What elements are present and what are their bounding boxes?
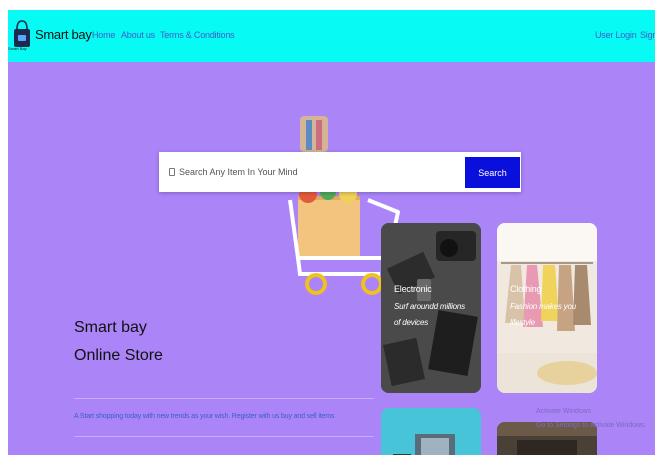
navbar: Smart Bay Smart bay Home About us Terms …: [8, 10, 655, 62]
search-button[interactable]: Search: [465, 157, 520, 188]
page-frame: Smart Bay Smart bay Home About us Terms …: [8, 10, 655, 455]
category-card-clothing[interactable]: Clothing Fashion makes you lifestyle: [497, 223, 597, 393]
nav-link-about[interactable]: About us: [121, 30, 155, 40]
hero-title: Smart bay Online Store: [74, 314, 163, 370]
card-title-electronic: Electronic: [394, 284, 432, 294]
card-title-clothing: Clothing: [510, 284, 542, 294]
activate-windows-watermark: Activate Windows Go to Settings to activ…: [536, 408, 647, 429]
hero-tagline: A Start shopping today with new trends a…: [74, 413, 335, 420]
computer-photo: [381, 408, 481, 455]
category-card-partial-left[interactable]: [381, 408, 481, 455]
nav-link-terms[interactable]: Terms & Conditions: [160, 30, 235, 40]
shopping-bag-logo-icon[interactable]: [11, 16, 33, 58]
logo-caption: Smart Bay: [8, 46, 27, 51]
hero-divider-top: [74, 398, 374, 399]
search-input[interactable]: [179, 162, 459, 182]
card-subtitle-clothing: Fashion makes you lifestyle: [510, 302, 576, 327]
hero-title-line-2: Online Store: [74, 347, 163, 364]
hero-title-line-1: Smart bay: [74, 319, 147, 336]
card-subtitle-electronic: Surf aroundd millions of devices: [394, 302, 465, 327]
brand-name[interactable]: Smart bay: [35, 27, 92, 42]
nav-link-home[interactable]: Home: [92, 30, 115, 40]
search-bar: Search: [159, 152, 521, 192]
hero-divider-bottom: [74, 436, 374, 437]
category-card-electronic[interactable]: Electronic Surf aroundd millions of devi…: [381, 223, 481, 393]
nav-link-user-login[interactable]: User Login: [595, 30, 637, 40]
search-field-icon: [169, 168, 175, 176]
nav-link-signup[interactable]: Sign: [640, 30, 655, 40]
